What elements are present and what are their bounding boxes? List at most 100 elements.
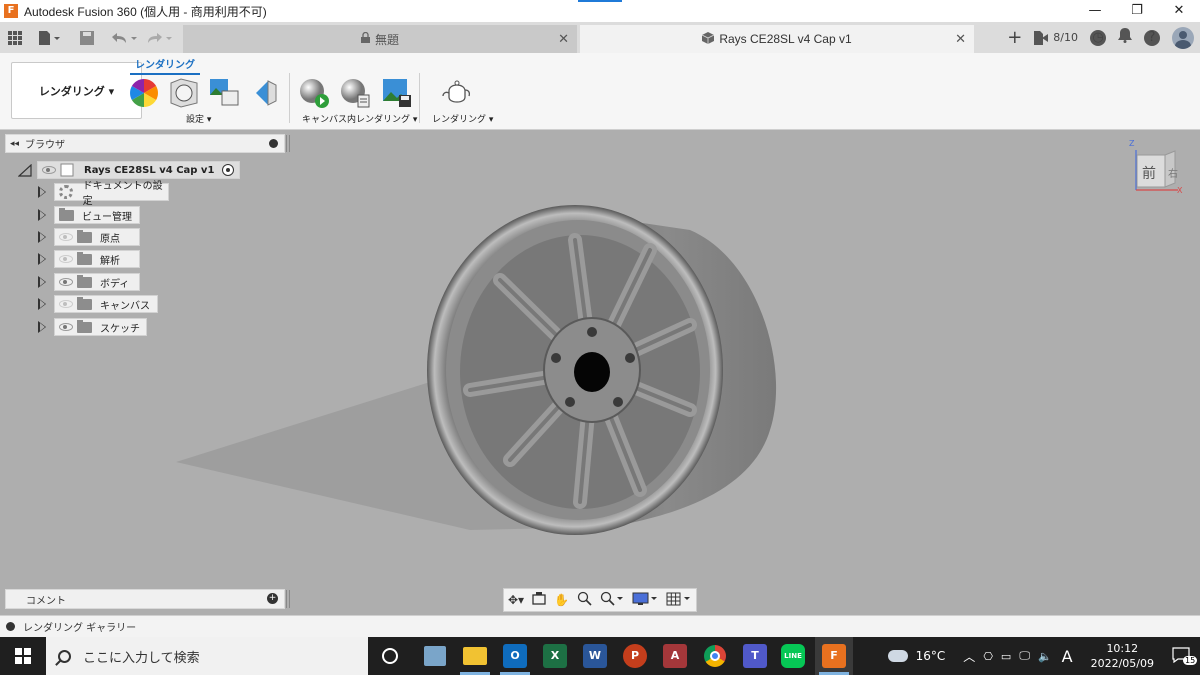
- expand-arrow-icon[interactable]: [38, 209, 46, 221]
- group-render-label[interactable]: レンダリング ▾: [432, 112, 493, 125]
- texture-map-icon[interactable]: [208, 77, 240, 109]
- access-icon[interactable]: A: [663, 644, 687, 668]
- taskbar-search-box[interactable]: ここに入力して検索: [46, 637, 368, 675]
- clock-icon[interactable]: ◷: [1090, 29, 1106, 46]
- notification-bell-icon[interactable]: [1118, 28, 1132, 47]
- comments-pin-icon[interactable]: [286, 590, 290, 608]
- browser-panel-header[interactable]: ◂◂ ブラウザ: [5, 134, 290, 153]
- tab-rays-ce28sl[interactable]: Rays CE28SL v4 Cap v1 ✕: [580, 25, 974, 53]
- save-icon[interactable]: [80, 22, 94, 53]
- decal-icon[interactable]: [250, 77, 282, 109]
- grid-settings-icon[interactable]: [666, 592, 692, 609]
- visibility-eye-icon[interactable]: [59, 278, 73, 286]
- system-clock[interactable]: 10:12 2022/05/09: [1091, 641, 1154, 671]
- file-explorer-icon[interactable]: [463, 647, 487, 665]
- ribbon-separator: [419, 73, 420, 123]
- task-view-icon[interactable]: [382, 648, 398, 664]
- user-avatar[interactable]: [1172, 26, 1194, 49]
- expand-arrow-icon[interactable]: [38, 321, 46, 333]
- browser-item-origin[interactable]: 原点: [54, 228, 140, 246]
- new-tab-button[interactable]: +: [1007, 27, 1022, 48]
- canvas-viewport[interactable]: [0, 130, 1200, 615]
- tab-untitled-close-button[interactable]: ✕: [558, 31, 569, 47]
- clock-time: 10:12: [1106, 642, 1139, 655]
- browser-item-analysis[interactable]: 解析: [54, 250, 140, 268]
- tab-rendering[interactable]: レンダリング: [130, 56, 200, 75]
- word-icon[interactable]: W: [583, 644, 607, 668]
- visibility-eye-icon[interactable]: [59, 300, 73, 308]
- teapot-render-icon[interactable]: [441, 77, 473, 109]
- start-button[interactable]: [0, 637, 46, 675]
- visibility-eye-icon[interactable]: [59, 233, 73, 241]
- app-grid-icon[interactable]: [8, 22, 22, 53]
- group-setup-label[interactable]: 設定 ▾: [186, 112, 211, 125]
- browser-item-bodies[interactable]: ボディ: [54, 273, 140, 291]
- browser-item-document-settings[interactable]: ドキュメントの設定: [54, 181, 169, 207]
- browser-minimize-icon[interactable]: [269, 139, 278, 148]
- render-gallery-bar[interactable]: レンダリング ギャラリー: [0, 615, 1200, 637]
- look-at-icon[interactable]: [532, 592, 546, 608]
- minimize-button[interactable]: —: [1074, 0, 1116, 22]
- pan-hand-icon[interactable]: ✋: [554, 593, 569, 607]
- show-hidden-icons-chevron-icon[interactable]: ︿: [963, 648, 975, 665]
- weather-temperature[interactable]: 16°C: [916, 649, 946, 663]
- job-status-button[interactable]: 8/10: [1034, 30, 1078, 45]
- onedrive-icon[interactable]: ▭: [1001, 650, 1011, 663]
- browser-item-canvases[interactable]: キャンバス: [54, 295, 158, 313]
- powerpoint-icon[interactable]: P: [623, 644, 647, 668]
- line-icon[interactable]: LINE: [781, 644, 805, 668]
- viewcube-front-face[interactable]: 前: [1142, 163, 1156, 183]
- webcam-icon[interactable]: ⎔: [983, 650, 993, 663]
- expand-arrow-icon[interactable]: [38, 253, 46, 265]
- visibility-eye-icon[interactable]: [59, 255, 73, 263]
- add-comment-button[interactable]: +: [267, 593, 278, 604]
- close-window-button[interactable]: ✕: [1158, 0, 1200, 22]
- browser-item-named-views[interactable]: ビュー管理: [54, 206, 140, 224]
- capture-image-icon[interactable]: [381, 77, 413, 109]
- action-center-button[interactable]: 15: [1164, 637, 1200, 675]
- orbit-icon[interactable]: ✥▾: [508, 593, 524, 607]
- expand-arrow-icon[interactable]: [38, 276, 46, 288]
- tab-untitled[interactable]: 無題 ✕: [183, 25, 577, 53]
- in-canvas-render-icon[interactable]: [298, 77, 330, 109]
- app-snipping-tool-icon[interactable]: [424, 646, 446, 666]
- in-canvas-render-settings-icon[interactable]: [339, 77, 371, 109]
- redo-icon[interactable]: [146, 22, 174, 53]
- scene-settings-icon[interactable]: [168, 77, 200, 109]
- fusion-360-icon[interactable]: F: [822, 644, 846, 668]
- teams-icon[interactable]: T: [743, 644, 767, 668]
- viewcube-right-face[interactable]: 右: [1168, 165, 1178, 180]
- activate-radio-icon[interactable]: [222, 164, 234, 176]
- expand-arrow-icon[interactable]: [38, 186, 46, 198]
- zoom-icon[interactable]: [577, 591, 592, 609]
- volume-icon[interactable]: 🔈: [1038, 650, 1052, 663]
- view-cube[interactable]: 前 右 Z X: [1129, 139, 1183, 200]
- display-settings-icon[interactable]: [632, 592, 658, 609]
- comments-panel-header[interactable]: コメント +: [5, 589, 290, 609]
- browser-root-row[interactable]: [18, 161, 32, 180]
- undo-icon[interactable]: [110, 22, 138, 53]
- workspace-switcher[interactable]: レンダリング ▾: [11, 62, 142, 119]
- expand-arrow-icon[interactable]: [38, 231, 46, 243]
- ime-indicator[interactable]: A: [1062, 647, 1073, 666]
- browser-pin-icon[interactable]: [286, 135, 290, 152]
- excel-icon[interactable]: X: [543, 644, 567, 668]
- browser-collapse-icon[interactable]: ◂◂: [10, 139, 19, 149]
- weather-cloud-icon[interactable]: [887, 650, 908, 662]
- maximize-button[interactable]: ❐: [1116, 0, 1158, 22]
- visibility-eye-icon[interactable]: [42, 166, 56, 174]
- gallery-toggle-icon[interactable]: [6, 622, 15, 631]
- appearance-icon[interactable]: [128, 77, 160, 109]
- file-menu-icon[interactable]: [38, 22, 60, 53]
- help-icon[interactable]: ?: [1144, 29, 1160, 46]
- visibility-eye-icon[interactable]: [59, 323, 73, 331]
- expand-arrow-icon[interactable]: [38, 298, 46, 310]
- browser-item-sketches[interactable]: スケッチ: [54, 318, 147, 336]
- expanded-triangle-icon[interactable]: [18, 163, 32, 178]
- tab-active-close-button[interactable]: ✕: [955, 31, 966, 47]
- network-icon[interactable]: 🖵: [1019, 649, 1030, 663]
- outlook-icon[interactable]: O: [503, 644, 527, 668]
- chrome-icon[interactable]: [704, 645, 726, 667]
- fit-zoom-icon[interactable]: [600, 591, 624, 609]
- group-in-canvas-label[interactable]: キャンバス内レンダリング ▾: [302, 112, 417, 125]
